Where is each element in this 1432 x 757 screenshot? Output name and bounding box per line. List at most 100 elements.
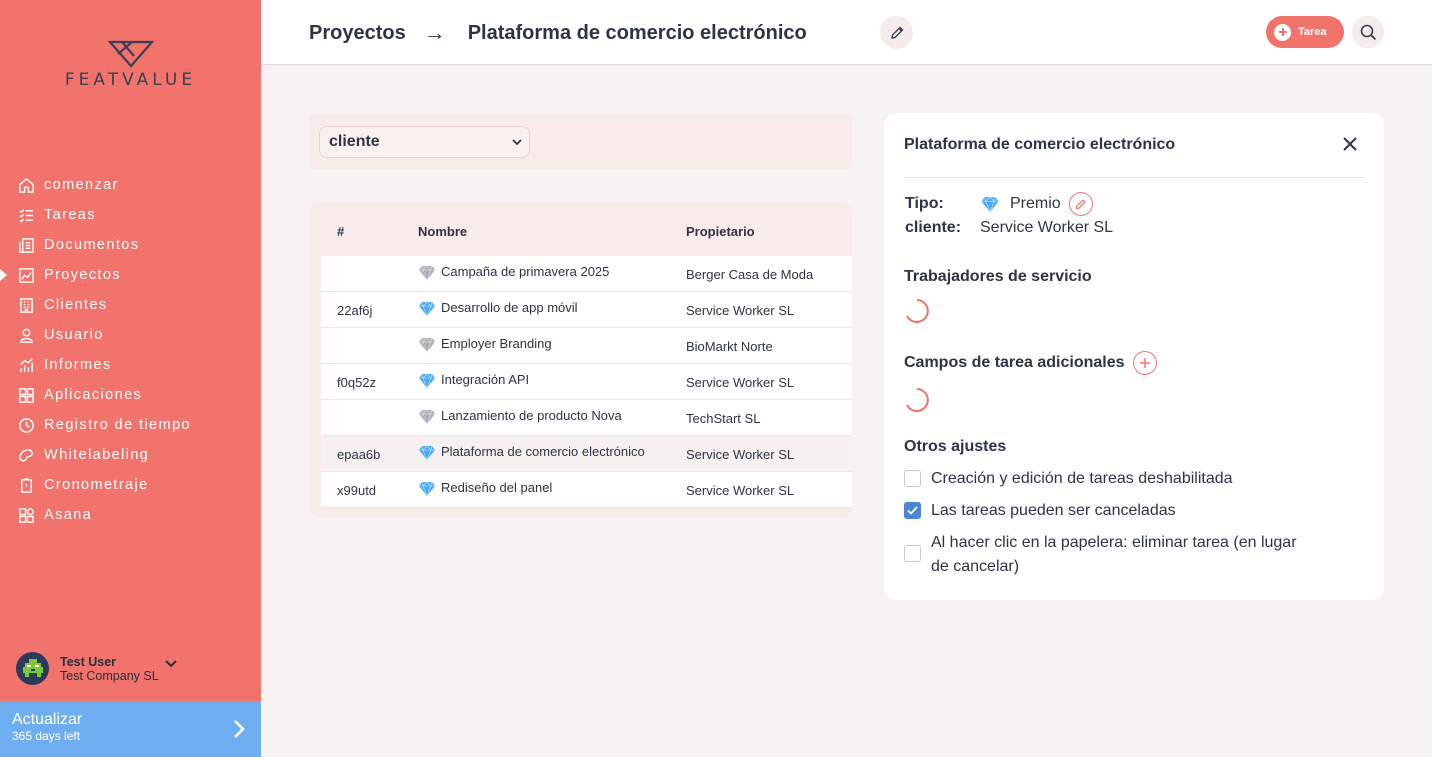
table-row[interactable]: Campaña de primavera 2025 Berger Casa de…	[321, 256, 852, 292]
loading-spinner-icon	[906, 299, 929, 323]
pencil-icon	[890, 26, 903, 39]
row-name: Desarrollo de app móvil	[441, 300, 578, 315]
panel-divider	[904, 177, 1364, 178]
sidebar-item-label: Cronometraje	[44, 477, 149, 493]
sidebar-item-label: Registro de tiempo	[44, 417, 191, 433]
client-value: Service Worker SL	[980, 219, 1114, 236]
add-field-button[interactable]	[1132, 351, 1157, 375]
avatar	[16, 652, 49, 685]
row-owner: Service Worker SL	[686, 447, 795, 462]
other-settings-title: Otros ajustes	[904, 438, 1006, 456]
row-id: f0q52z	[337, 375, 377, 390]
column-header-name[interactable]: Nombre	[418, 224, 467, 239]
search-button[interactable]	[1352, 16, 1384, 48]
upgrade-title: Actualizar	[12, 711, 83, 728]
sidebar-item-tareas[interactable]: Tareas	[0, 200, 261, 230]
blue-diamond-icon	[419, 301, 435, 317]
brand-name: FEATVALUE	[64, 70, 197, 90]
sidebar-item-usuario[interactable]: Usuario	[0, 320, 261, 350]
group-by-select[interactable]: cliente	[319, 126, 530, 158]
close-panel-button[interactable]	[1342, 136, 1358, 157]
sidebar-item-cronometraje[interactable]: Cronometraje	[0, 470, 261, 500]
row-id: x99utd	[337, 483, 377, 498]
blue-diamond-icon	[419, 445, 435, 461]
filter-bar: cliente	[309, 113, 852, 169]
documents-icon	[17, 236, 35, 254]
add-task-label: Tarea	[1298, 26, 1327, 38]
sidebar-item-label: Aplicaciones	[44, 387, 143, 403]
checkbox-label-line-1: Al hacer clic en la papelera: eliminar t…	[931, 534, 1297, 551]
panel-title: Plataforma de comercio electrónico	[904, 136, 1176, 153]
type-label: Tipo:	[905, 195, 944, 212]
row-name: Integración API	[441, 372, 530, 387]
table-row-selected[interactable]: epaa6b Plataforma de comercio electrónic…	[321, 436, 852, 472]
home-icon	[17, 176, 35, 194]
sidebar: FEATVALUE comenzar Tareas Documentos Pro…	[0, 0, 261, 757]
add-task-button[interactable]: Tarea	[1266, 16, 1344, 48]
row-owner: TechStart SL	[686, 411, 761, 426]
row-name: Plataforma de comercio electrónico	[441, 444, 645, 459]
asana-icon	[17, 506, 35, 524]
table-body: Campaña de primavera 2025 Berger Casa de…	[321, 256, 852, 508]
sidebar-item-informes[interactable]: Informes	[0, 350, 261, 380]
logo[interactable]: FEATVALUE	[0, 40, 261, 90]
table-row[interactable]: x99utd Rediseño del panel Service Worker…	[321, 472, 852, 508]
type-row: Tipo: Premio	[905, 192, 1093, 216]
table-row[interactable]: Employer Branding BioMarkt Norte	[321, 328, 852, 364]
blue-diamond-icon	[981, 195, 999, 213]
silver-diamond-icon	[419, 337, 435, 353]
sidebar-item-label: Proyectos	[44, 267, 122, 283]
sidebar-item-registro-de-tiempo[interactable]: Registro de tiempo	[0, 410, 261, 440]
table-row[interactable]: Lanzamiento de producto Nova TechStart S…	[321, 400, 852, 436]
sidebar-item-aplicaciones[interactable]: Aplicaciones	[0, 380, 261, 410]
logo-mark-icon	[107, 40, 154, 68]
sidebar-item-proyectos[interactable]: Proyectos	[0, 260, 261, 290]
upgrade-subtitle: 365 days left	[12, 729, 81, 743]
edit-type-button[interactable]	[1068, 192, 1093, 216]
table-row[interactable]: f0q52z Integración API Service Worker SL	[321, 364, 852, 400]
sidebar-item-label: Clientes	[44, 297, 108, 313]
user-name: Test User	[60, 654, 117, 669]
sidebar-item-label: Informes	[44, 357, 112, 373]
checkbox-trash-deletes[interactable]: Al hacer clic en la papelera: eliminar t…	[904, 531, 1297, 579]
service-workers-title: Trabajadores de servicio	[904, 268, 1092, 286]
checkbox-unchecked[interactable]	[904, 470, 921, 487]
column-header-id[interactable]: #	[337, 224, 344, 239]
sidebar-item-whitelabeling[interactable]: Whitelabeling	[0, 440, 261, 470]
silver-diamond-icon	[419, 409, 435, 425]
checkbox-label: Creación y edición de tareas deshabilita…	[931, 470, 1233, 487]
clients-icon	[17, 296, 35, 314]
clock-icon	[17, 416, 35, 434]
user-icon	[17, 326, 35, 344]
reports-icon	[17, 356, 35, 374]
checkmark-icon	[907, 506, 918, 515]
checkbox-unchecked[interactable]	[904, 545, 921, 562]
edit-project-button[interactable]	[880, 16, 913, 49]
whitelabel-icon	[17, 446, 35, 464]
sidebar-item-comenzar[interactable]: comenzar	[0, 170, 261, 200]
row-owner: Service Worker SL	[686, 303, 795, 318]
sidebar-item-clientes[interactable]: Clientes	[0, 290, 261, 320]
row-owner: Service Worker SL	[686, 375, 795, 390]
checkbox-tasks-disabled[interactable]: Creación y edición de tareas deshabilita…	[904, 467, 1233, 491]
timer-icon	[17, 476, 35, 494]
upgrade-button[interactable]: Actualizar 365 days left	[0, 701, 261, 757]
apps-icon	[17, 386, 35, 404]
top-header: Proyectos → Plataforma de comercio elect…	[261, 0, 1432, 65]
plus-icon	[1139, 358, 1150, 368]
user-menu[interactable]: Test User Test Company SL	[16, 652, 177, 685]
checkbox-tasks-cancelable[interactable]: Las tareas pueden ser canceladas	[904, 499, 1176, 523]
sidebar-item-asana[interactable]: Asana	[0, 500, 261, 530]
chevron-down-icon	[512, 139, 522, 146]
sidebar-item-documentos[interactable]: Documentos	[0, 230, 261, 260]
breadcrumb-current: Plataforma de comercio electrónico	[467, 21, 807, 44]
plus-icon	[1274, 23, 1291, 41]
breadcrumb-root[interactable]: Proyectos	[309, 22, 406, 45]
checkbox-checked[interactable]	[904, 502, 921, 519]
checkbox-label: Las tareas pueden ser canceladas	[931, 502, 1176, 519]
client-label: cliente:	[905, 219, 962, 236]
table-row[interactable]: 22af6j Desarrollo de app móvil Service W…	[321, 292, 852, 328]
column-header-owner[interactable]: Propietario	[686, 224, 755, 239]
pixel-avatar-icon	[22, 658, 43, 677]
type-value: Premio	[1010, 195, 1061, 212]
